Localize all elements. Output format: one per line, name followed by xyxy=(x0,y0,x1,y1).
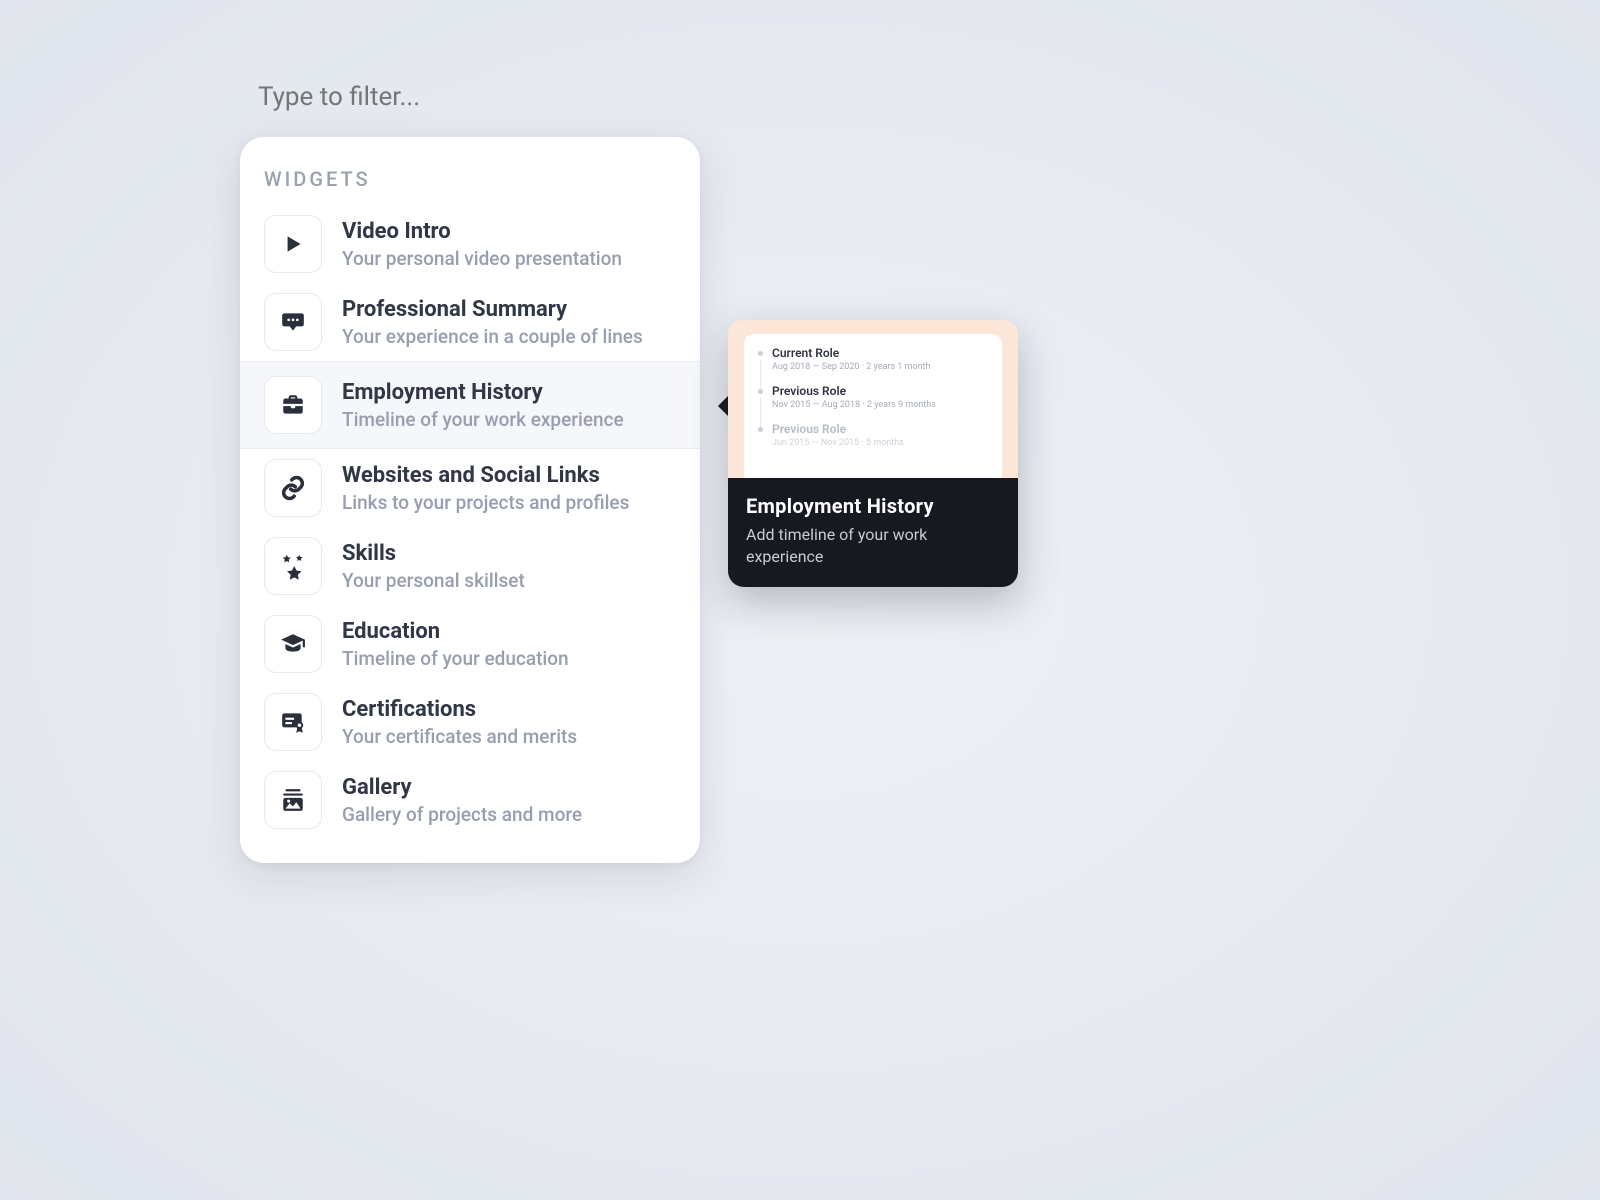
widget-item-video-intro[interactable]: Video Intro Your personal video presenta… xyxy=(240,205,700,283)
briefcase-icon xyxy=(264,376,322,434)
preview-desc: Add timeline of your work experience xyxy=(746,524,1000,567)
graduation-icon xyxy=(264,615,322,673)
widget-title: Education xyxy=(342,619,569,644)
filter-input[interactable] xyxy=(258,82,658,112)
timeline-meta: Jun 2015 — Nov 2015 · 5 months xyxy=(772,438,988,448)
preview-popover: Current Role Aug 2018 — Sep 2020 · 2 yea… xyxy=(728,320,1018,587)
widget-title: Skills xyxy=(342,541,525,566)
widget-item-certifications[interactable]: Certifications Your certificates and mer… xyxy=(240,683,700,761)
timeline-row: Previous Role Jun 2015 — Nov 2015 · 5 mo… xyxy=(758,422,988,448)
widget-item-employment-history[interactable]: Employment History Timeline of your work… xyxy=(240,361,700,449)
widget-title: Certifications xyxy=(342,697,577,722)
widget-desc: Your personal skillset xyxy=(342,569,525,592)
widget-item-skills[interactable]: Skills Your personal skillset xyxy=(240,527,700,605)
certificate-icon xyxy=(264,693,322,751)
widget-item-gallery[interactable]: Gallery Gallery of projects and more xyxy=(240,761,700,839)
widget-title: Gallery xyxy=(342,775,582,800)
section-label: WIDGETS xyxy=(240,161,700,205)
play-icon xyxy=(264,215,322,273)
widget-item-education[interactable]: Education Timeline of your education xyxy=(240,605,700,683)
widget-desc: Timeline of your education xyxy=(342,647,569,670)
preview-thumbnail: Current Role Aug 2018 — Sep 2020 · 2 yea… xyxy=(728,320,1018,478)
preview-title: Employment History xyxy=(746,494,1000,518)
widget-panel: WIDGETS Video Intro Your personal video … xyxy=(240,137,700,863)
widget-title: Professional Summary xyxy=(342,297,643,322)
widget-desc: Your certificates and merits xyxy=(342,725,577,748)
widget-title: Video Intro xyxy=(342,219,622,244)
gallery-icon xyxy=(264,771,322,829)
timeline-row: Previous Role Nov 2015 — Aug 2018 · 2 ye… xyxy=(758,384,988,410)
widget-desc: Gallery of projects and more xyxy=(342,803,582,826)
timeline-title: Previous Role xyxy=(772,422,988,436)
stars-icon xyxy=(264,537,322,595)
widget-desc: Your experience in a couple of lines xyxy=(342,325,643,348)
widget-title: Employment History xyxy=(342,380,624,405)
widget-title: Websites and Social Links xyxy=(342,463,629,488)
timeline-meta: Nov 2015 — Aug 2018 · 2 years 9 months xyxy=(772,400,988,410)
timeline-meta: Aug 2018 — Sep 2020 · 2 years 1 month xyxy=(772,362,988,372)
widget-desc: Your personal video presentation xyxy=(342,247,622,270)
preview-timeline: Current Role Aug 2018 — Sep 2020 · 2 yea… xyxy=(744,334,1002,478)
timeline-title: Previous Role xyxy=(772,384,988,398)
widget-item-websites-social-links[interactable]: Websites and Social Links Links to your … xyxy=(240,449,700,527)
widget-item-professional-summary[interactable]: Professional Summary Your experience in … xyxy=(240,283,700,361)
link-icon xyxy=(264,459,322,517)
timeline-row: Current Role Aug 2018 — Sep 2020 · 2 yea… xyxy=(758,346,988,372)
timeline-title: Current Role xyxy=(772,346,988,360)
widget-desc: Links to your projects and profiles xyxy=(342,491,629,514)
chat-icon xyxy=(264,293,322,351)
widget-desc: Timeline of your work experience xyxy=(342,408,624,431)
popover-arrow xyxy=(718,396,728,416)
